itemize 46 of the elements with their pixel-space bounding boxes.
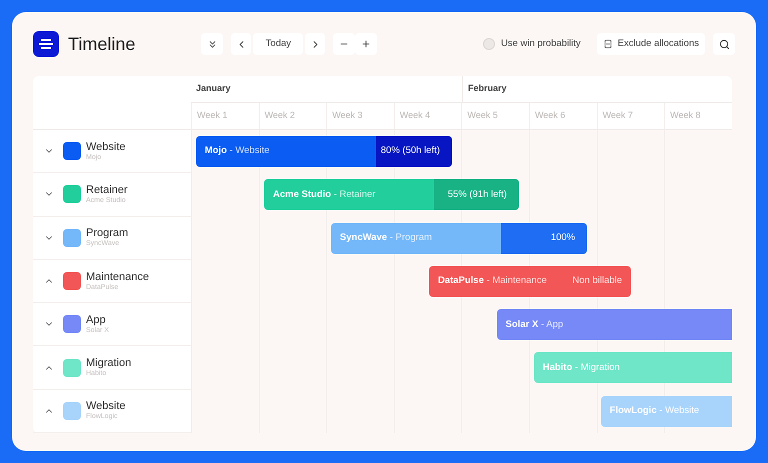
project-name: Website: [86, 401, 126, 412]
bar-label: Habito - Migration: [542, 360, 620, 375]
week-label: Week 3: [332, 109, 363, 122]
zoom-in-button[interactable]: [355, 33, 378, 55]
project-name: Retainer: [86, 184, 128, 196]
today-button[interactable]: Today: [253, 33, 304, 55]
month-label: January: [196, 82, 231, 96]
project-name: App: [86, 314, 107, 326]
bar-label: Solar X - App: [504, 318, 564, 332]
project-name: Program: [86, 228, 128, 240]
project-bar[interactable]: DataPulse - Maintenance Non billable: [428, 266, 632, 297]
search-button[interactable]: [713, 33, 735, 55]
month-label: February: [468, 82, 507, 96]
project-bar[interactable]: Mojo - Website 80% (50h left): [196, 136, 452, 167]
week-label: Week 7: [602, 109, 633, 122]
bar-label: SyncWave - Program: [338, 230, 432, 245]
project-name: Migration: [86, 358, 132, 370]
project-bar[interactable]: SyncWave - Program 100%: [330, 222, 588, 254]
bar-label: Acme Studio - Retainer: [272, 188, 376, 202]
project-bar[interactable]: Solar X - App: [496, 309, 732, 340]
progress-segment: 100%: [500, 222, 588, 254]
page-title: Timeline: [68, 32, 136, 56]
project-name: Maintenance: [86, 272, 149, 283]
allocations-icon: [602, 39, 613, 49]
collapse-all-button[interactable]: [201, 33, 224, 55]
progress-segment: 55% (91h left): [434, 179, 519, 210]
project-bar[interactable]: Acme Studio - Retainer 55% (91h left): [264, 179, 519, 210]
plus-icon: [361, 39, 372, 49]
bar-label: DataPulse - Maintenance: [436, 274, 547, 288]
win-probability-toggle[interactable]: [482, 38, 495, 50]
week-label: Week 6: [534, 109, 566, 122]
bar-label: Mojo - Website: [204, 144, 270, 158]
week-label: Week 2: [264, 109, 295, 122]
progress-segment: 80% (50h left): [376, 136, 452, 167]
project-name: Website: [86, 142, 126, 153]
week-label: Week 5: [467, 109, 498, 122]
bar-label: FlowLogic - Website: [608, 404, 700, 418]
exclude-allocations-button[interactable]: Exclude allocations: [596, 33, 705, 55]
double-chevron-icon: [206, 38, 218, 50]
week-label: Week 1: [197, 109, 228, 122]
logo-icon: [33, 31, 59, 57]
week-label: Week 8: [670, 109, 701, 122]
toggle-label: Use win probability: [500, 36, 581, 51]
billing-label: Non billable: [572, 274, 624, 288]
search-icon: [718, 38, 730, 50]
week-label: Week 4: [400, 109, 430, 122]
